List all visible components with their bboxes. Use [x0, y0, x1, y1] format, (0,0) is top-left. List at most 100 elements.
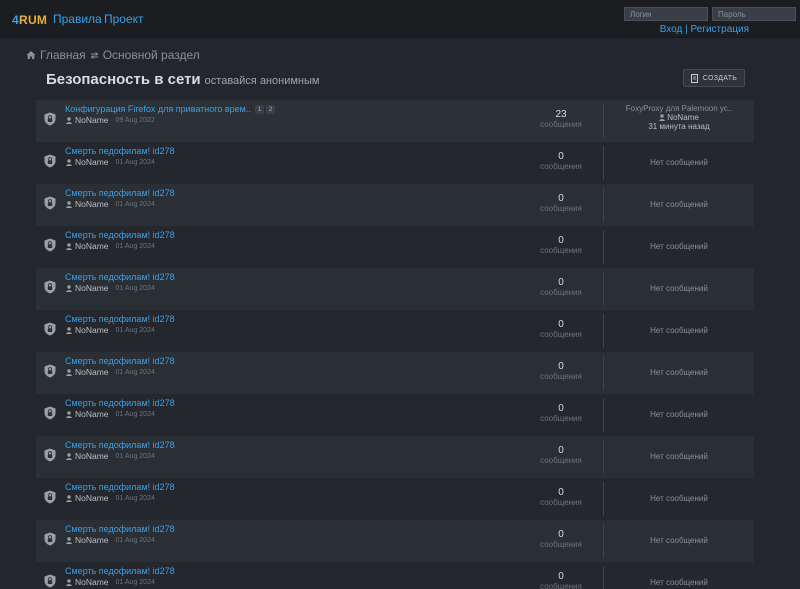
post-count-label: сообщения [540, 582, 582, 589]
topic-author[interactable]: NoName [75, 199, 109, 209]
topic-title-link[interactable]: Смерть педофилам! id278 [65, 146, 175, 156]
post-count: 0 [558, 193, 564, 204]
topic-title-link[interactable]: Смерть педофилам! id278 [65, 524, 175, 534]
topic-title-link[interactable]: Смерть педофилам! id278 [65, 188, 175, 198]
topic-title-link[interactable]: Смерть педофилам! id278 [65, 482, 175, 492]
top-navbar: 4RUM Правила Проект Вход | Регистрация [0, 0, 800, 38]
topic-stats: 0 сообщения [539, 529, 583, 550]
register-link[interactable]: Регистрация [691, 24, 749, 35]
topic-date: 01 Aug 2024 [115, 578, 155, 586]
no-posts-label: Нет сообщений [650, 326, 708, 335]
topic-author[interactable]: NoName [75, 283, 109, 293]
topic-date: 01 Aug 2024 [115, 494, 155, 502]
shield-lock-icon [44, 196, 56, 210]
last-post: Нет сообщений [604, 436, 754, 478]
topic-row: Смерть педофилам! id278 NoName 01 Aug 2024… [36, 310, 754, 352]
topic-meta: NoName 01 Aug 2024 [66, 157, 155, 167]
topic-date: 01 Aug 2024 [115, 410, 155, 418]
topic-author[interactable]: NoName [75, 577, 109, 587]
topic-title-link[interactable]: Смерть педофилам! id278 [65, 398, 175, 408]
topic-title-link[interactable]: Смерть педофилам! id278 [65, 356, 175, 366]
page-title: Безопасность в сети [46, 71, 201, 88]
topic-stats: 0 сообщения [539, 277, 583, 298]
topic-meta: NoName 01 Aug 2024 [66, 241, 155, 251]
topic-title-link[interactable]: Конфигурация Firefox для приватного врем… [65, 104, 251, 114]
login-link[interactable]: Вход [660, 24, 683, 35]
post-count-label: сообщения [540, 498, 582, 507]
topic-date: 01 Aug 2024 [115, 284, 155, 292]
shield-lock-icon [44, 112, 56, 126]
topic-author[interactable]: NoName [75, 325, 109, 335]
topic-stats: 0 сообщения [539, 571, 583, 589]
no-posts-label: Нет сообщений [650, 494, 708, 503]
user-icon [66, 494, 72, 502]
topic-row: Смерть педофилам! id278 NoName 01 Aug 2024… [36, 268, 754, 310]
topic-row: Смерть педофилам! id278 NoName 01 Aug 2024… [36, 520, 754, 562]
topic-title-link[interactable]: Смерть педофилам! id278 [65, 314, 175, 324]
topic-date: 01 Aug 2024 [115, 536, 155, 544]
topic-meta: NoName 01 Aug 2024 [66, 493, 155, 503]
topic-meta: NoName 01 Aug 2024 [66, 409, 155, 419]
last-post: Нет сообщений [604, 310, 754, 352]
topic-row: Смерть педофилам! id278 NoName 01 Aug 2024… [36, 562, 754, 589]
topic-title-link[interactable]: Смерть педофилам! id278 [65, 230, 175, 240]
topic-meta: NoName 01 Aug 2024 [66, 577, 155, 587]
post-count-label: сообщения [540, 120, 582, 129]
page-link[interactable]: 2 [266, 105, 275, 114]
post-count: 0 [558, 403, 564, 414]
logo-text: RUM [18, 13, 48, 27]
topic-author[interactable]: NoName [75, 367, 109, 377]
page-link[interactable]: 1 [255, 105, 264, 114]
nav-project-link[interactable]: Проект [104, 12, 144, 26]
topic-date: 01 Aug 2024 [115, 158, 155, 166]
user-icon [66, 116, 72, 124]
topic-title-link[interactable]: Смерть педофилам! id278 [65, 272, 175, 282]
topic-date: 09 Aug 2022 [115, 116, 155, 124]
user-icon [66, 200, 72, 208]
breadcrumb-section[interactable]: Основной раздел [103, 48, 200, 62]
last-post: Нет сообщений [604, 268, 754, 310]
user-icon [659, 114, 666, 121]
nav-rules-link[interactable]: Правила [53, 12, 102, 26]
auth-separator: | [685, 24, 688, 35]
topic-author[interactable]: NoName [75, 409, 109, 419]
password-input[interactable] [712, 7, 796, 21]
topic-author[interactable]: NoName [75, 535, 109, 545]
user-icon [66, 326, 72, 334]
shield-lock-icon [44, 364, 56, 378]
topic-author[interactable]: NoName [75, 241, 109, 251]
login-input[interactable] [624, 7, 708, 21]
no-posts-label: Нет сообщений [650, 578, 708, 587]
topic-title-link[interactable]: Смерть педофилам! id278 [65, 566, 175, 576]
user-icon [66, 452, 72, 460]
topic-row: Конфигурация Firefox для приватного врем… [36, 100, 754, 142]
topic-title-link[interactable]: Смерть педофилам! id278 [65, 440, 175, 450]
last-post-user[interactable]: NoName [667, 113, 699, 122]
shield-lock-icon [44, 448, 56, 462]
last-post-title[interactable]: FoxyProxy для Palemoon ус.. [604, 104, 754, 113]
no-posts-label: Нет сообщений [650, 452, 708, 461]
last-post: Нет сообщений [604, 184, 754, 226]
topic-author[interactable]: NoName [75, 157, 109, 167]
no-posts-label: Нет сообщений [650, 368, 708, 377]
topic-author[interactable]: NoName [75, 451, 109, 461]
site-logo[interactable]: 4RUM [12, 13, 47, 27]
shield-lock-icon [44, 238, 56, 252]
post-count: 0 [558, 235, 564, 246]
topic-meta: NoName 01 Aug 2024 [66, 535, 155, 545]
last-post-time: 31 минута назад [648, 122, 710, 131]
create-topic-button[interactable]: СОЗДАТЬ [683, 69, 745, 87]
topic-stats: 0 сообщения [539, 319, 583, 340]
topic-author[interactable]: NoName [75, 493, 109, 503]
topic-date: 01 Aug 2024 [115, 242, 155, 250]
logo-digit: 4 [12, 13, 19, 27]
topic-list: Конфигурация Firefox для приватного врем… [36, 100, 754, 589]
topic-row: Смерть педофилам! id278 NoName 01 Aug 2024… [36, 394, 754, 436]
shield-lock-icon [44, 154, 56, 168]
topic-author[interactable]: NoName [75, 115, 109, 125]
post-count-label: сообщения [540, 162, 582, 171]
post-count: 23 [555, 109, 567, 120]
breadcrumb-home[interactable]: Главная [40, 48, 86, 62]
transfer-icon [90, 51, 99, 59]
user-icon [66, 284, 72, 292]
